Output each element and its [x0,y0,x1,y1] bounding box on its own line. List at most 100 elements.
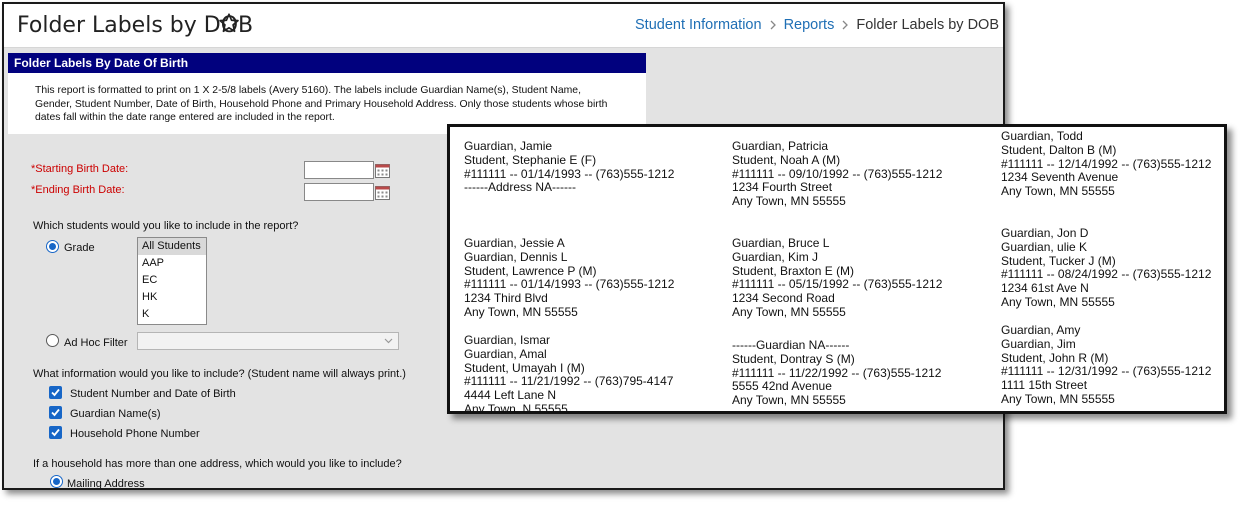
label-line: Guardian, Patricia [732,139,829,153]
page-header: Folder Labels by DOB Student Information… [4,4,1003,48]
mailing-label: Guardian, Jamie Student, Stephanie E (F)… [464,139,675,195]
panel-heading: Folder Labels By Date Of Birth [8,53,646,73]
label-line: Student, Tucker J (M) [1001,253,1116,268]
mailing-label: Guardian, Jessie A Guardian, Dennis L St… [464,236,675,320]
mailing-label: ------Guardian NA------ Student, Dontray… [732,338,942,408]
grade-listbox[interactable]: All Students AAP EC HK K [137,237,207,325]
guardian-names-checkbox[interactable] [49,406,62,419]
label-line: #111111 -- 12/14/1992 -- (763)555-1212 [1001,156,1212,171]
info-question: What information would you like to inclu… [33,368,406,380]
label-line: Any Town, N 55555 [464,401,568,414]
grade-option[interactable]: EC [138,272,206,289]
label-line: #111111 -- 08/24/1992 -- (763)555-1212 [1001,267,1212,282]
adhoc-filter-select[interactable] [137,332,399,350]
label-line: 1111 15th Street [1001,378,1088,393]
star-icon[interactable] [218,12,240,34]
grade-radio[interactable] [46,240,59,253]
label-line: #111111 -- 12/31/1992 -- (763)555-1212 [1001,364,1212,379]
label-line: Student, Braxton E (M) [732,263,855,278]
label-line: 4444 Left Lane N [464,388,557,403]
breadcrumb-student-information[interactable]: Student Information [635,17,762,33]
label-line: Any Town, MN 55555 [1001,184,1115,199]
checkmark-icon [51,428,60,437]
grade-label: Grade [64,242,95,254]
label-line: #111111 -- 01/14/1993 -- (763)555-1212 [464,166,675,181]
breadcrumb: Student Information Reports Folder Label… [635,17,999,33]
label-line: Student, Noah A (M) [732,152,841,167]
label-line: Guardian, ulie K [1001,239,1088,254]
mailing-label: Guardian, Bruce L Guardian, Kim J Studen… [732,236,943,320]
mailing-label: Guardian, Patricia Student, Noah A (M) #… [732,139,943,209]
label-line: #111111 -- 09/10/1992 -- (763)555-1212 [732,166,943,181]
label-line: Any Town, MN 55555 [732,304,846,319]
chevron-down-icon [384,338,393,344]
label-line: #111111 -- 11/21/1992 -- (763)795-4147 [464,374,674,389]
breadcrumb-reports[interactable]: Reports [784,17,835,33]
label-line: 1234 Fourth Street [732,180,833,195]
label-line: Guardian, Amal [464,346,547,361]
grade-option[interactable]: All Students [138,238,206,255]
label-line: Student, Stephanie E (F) [464,152,597,167]
label-line: Guardian, Bruce L [732,236,830,250]
label-line: Any Town, MN 55555 [464,304,578,319]
label-line: #111111 -- 05/15/1992 -- (763)555-1212 [732,277,943,292]
label-line: Student, Lawrence P (M) [464,263,597,278]
label-line: 1234 Seventh Avenue [1001,170,1119,185]
mailing-label: Guardian, Amy Guardian, Jim Student, Joh… [1001,323,1212,407]
label-line: Any Town, MN 55555 [732,393,846,408]
mailing-address-radio[interactable] [50,475,63,488]
starting-birth-date-input[interactable] [304,161,374,179]
grade-option[interactable]: HK [138,289,206,306]
household-phone-checkbox[interactable] [49,426,62,439]
label-line: ------Guardian NA------ [732,338,850,352]
label-line: Student, Umayah I (M) [464,360,585,375]
calendar-icon[interactable] [375,185,390,200]
adhoc-filter-label: Ad Hoc Filter [64,337,128,349]
adhoc-filter-radio[interactable] [46,334,59,347]
label-line: Any Town, MN 55555 [1001,294,1115,309]
label-line: Student, John R (M) [1001,350,1109,365]
grade-option[interactable]: K [138,306,206,323]
chevron-right-icon [842,20,849,30]
student-number-dob-checkbox[interactable] [49,386,62,399]
label-line: Guardian, Dennis L [464,249,568,264]
label-line: Guardian, Jessie A [464,236,565,250]
chevron-right-icon [770,20,776,30]
label-line: 5555 42nd Avenue [732,379,832,394]
label-preview: Guardian, Jamie Student, Stephanie E (F)… [447,124,1227,414]
mailing-label: Guardian, Ismar Guardian, Amal Student, … [464,333,674,414]
label-line: Any Town, MN 55555 [1001,391,1115,406]
label-line: Guardian, Jon D [1001,226,1089,240]
mailing-address-label: Mailing Address [67,478,145,490]
students-question: Which students would you like to include… [33,220,299,232]
label-line: ------Address NA------ [464,180,576,195]
label-line: 1234 Second Road [732,291,835,306]
label-line: Any Town, MN 55555 [732,194,846,209]
checkmark-icon [51,408,60,417]
label-line: Guardian, Todd [1001,129,1083,143]
label-line: #111111 -- 01/14/1993 -- (763)555-1212 [464,277,675,292]
starting-birth-date-label: *Starting Birth Date: [31,163,129,175]
mailing-label: Guardian, Todd Student, Dalton B (M) #11… [1001,129,1212,199]
address-question: If a household has more than one address… [33,458,402,470]
breadcrumb-current: Folder Labels by DOB [856,17,999,33]
student-number-dob-label: Student Number and Date of Birth [70,388,236,400]
label-line: Guardian, Jim [1001,336,1076,351]
label-line: Guardian, Jamie [464,139,553,153]
checkmark-icon [51,388,60,397]
ending-birth-date-input[interactable] [304,183,374,201]
calendar-icon[interactable] [375,163,390,178]
label-line: 1234 61st Ave N [1001,281,1089,296]
household-phone-label: Household Phone Number [70,428,200,440]
label-line: Student, Dontray S (M) [732,351,855,366]
label-line: Guardian, Amy [1001,323,1081,337]
mailing-label: Guardian, Jon D Guardian, ulie K Student… [1001,226,1212,310]
grade-option[interactable]: AAP [138,255,206,272]
label-line: Student, Dalton B (M) [1001,142,1117,157]
label-line: Guardian, Ismar [464,333,551,347]
label-line: #111111 -- 11/22/1992 -- (763)555-1212 [732,365,942,380]
label-line: Guardian, Kim J [732,249,819,264]
ending-birth-date-label: *Ending Birth Date: [31,184,125,196]
label-line: 1234 Third Blvd [464,291,548,306]
guardian-names-label: Guardian Name(s) [70,408,161,420]
